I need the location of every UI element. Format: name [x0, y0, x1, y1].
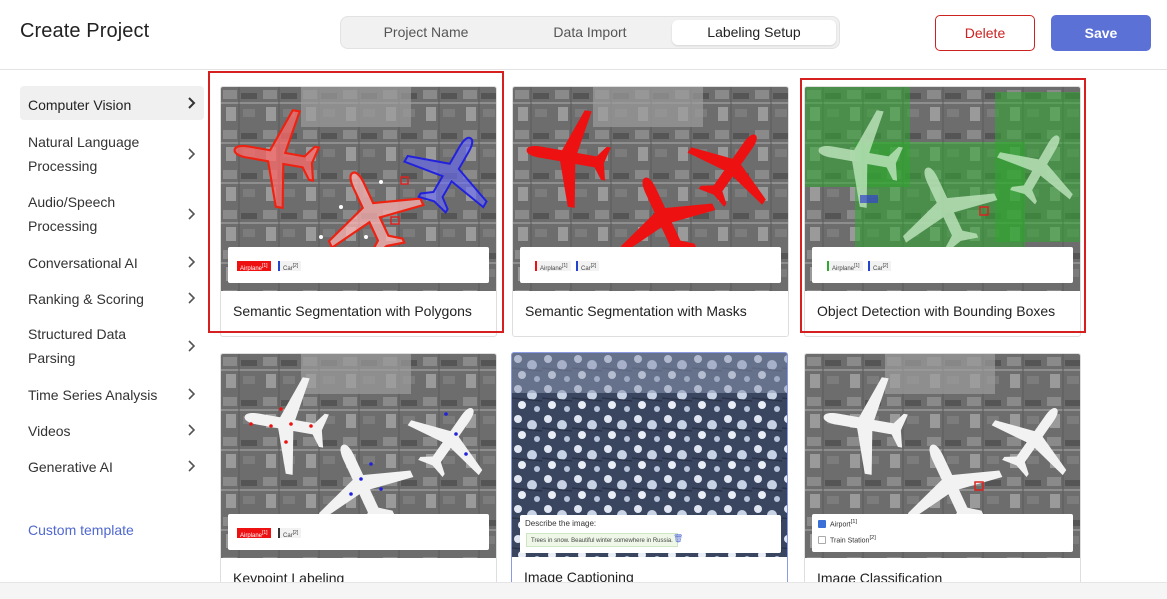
- tab-project-name[interactable]: Project Name: [344, 20, 508, 45]
- template-preview-image: Airplane[1] Car[2]: [221, 354, 496, 558]
- template-card-polygons[interactable]: Airplane[1] Car[2] Semantic Segmentation…: [220, 86, 497, 337]
- template-card-classification[interactable]: Airport[1] Train Station[2] Image Classi…: [804, 353, 1081, 593]
- category-sidebar: Computer Vision Natural Language Process…: [20, 84, 204, 484]
- chevron-right-icon: [188, 460, 196, 472]
- label-legend: Airplane[1] Car[2]: [812, 247, 1073, 283]
- sidebar-item-generative-ai[interactable]: Generative AI: [20, 448, 204, 484]
- template-card-captioning[interactable]: Describe the image: Trees in snow. Beaut…: [511, 352, 788, 592]
- sidebar-item-structured-data[interactable]: Structured Data Parsing: [20, 316, 196, 376]
- caption-prompt: Describe the image:: [525, 519, 597, 528]
- page-title: Create Project: [20, 20, 150, 42]
- car-tag: Car[2]: [868, 261, 892, 272]
- checkbox-unchecked: [818, 536, 826, 544]
- sidebar-item-videos[interactable]: Videos: [20, 412, 204, 448]
- chevron-right-icon: [188, 148, 196, 160]
- sidebar-item-label: Computer Vision: [28, 97, 132, 113]
- sidebar-item-label: Structured Data Parsing: [28, 326, 127, 366]
- tab-labeling-setup[interactable]: Labeling Setup: [672, 20, 836, 45]
- sidebar-item-label: Videos: [28, 423, 71, 439]
- sidebar-item-ranking-scoring[interactable]: Ranking & Scoring: [20, 280, 204, 316]
- caption-panel: Describe the image: Trees in snow. Beaut…: [520, 515, 781, 553]
- chevron-right-icon: [188, 340, 196, 352]
- sidebar-item-label: Generative AI: [28, 459, 113, 475]
- choices-panel: Airport[1] Train Station[2]: [812, 514, 1073, 552]
- template-preview-image: Airport[1] Train Station[2]: [805, 354, 1080, 558]
- airplane-tag: Airplane[1]: [237, 528, 271, 539]
- delete-button[interactable]: Delete: [935, 15, 1035, 51]
- save-button[interactable]: Save: [1051, 15, 1151, 51]
- airplane-tag: Airplane[1]: [535, 261, 571, 272]
- sidebar-item-label: Audio/Speech Processing: [28, 194, 116, 234]
- sidebar-item-conversational-ai[interactable]: Conversational AI: [20, 244, 204, 280]
- label-legend: Airplane[1] Car[2]: [228, 247, 489, 283]
- tab-data-import[interactable]: Data Import: [508, 20, 672, 45]
- template-card-bounding-boxes[interactable]: Airplane[1] Car[2] Object Detection with…: [804, 86, 1081, 337]
- label-legend: Airplane[1] Car[2]: [228, 514, 489, 550]
- checkbox-checked: [818, 520, 826, 528]
- chevron-right-icon: [188, 424, 196, 436]
- template-preview-image: Airplane[1] Car[2]: [221, 87, 496, 291]
- template-preview-image: Describe the image: Trees in snow. Beaut…: [512, 353, 787, 557]
- label-legend: Airplane[1] Car[2]: [520, 247, 781, 283]
- sidebar-item-label: Ranking & Scoring: [28, 291, 144, 307]
- step-tabs: Project Name Data Import Labeling Setup: [340, 16, 840, 49]
- car-tag: Car[2]: [576, 261, 600, 272]
- chevron-right-icon: [188, 292, 196, 304]
- sidebar-item-audio-speech[interactable]: Audio/Speech Processing: [20, 184, 196, 244]
- header: Create Project Project Name Data Import …: [0, 0, 1167, 70]
- airplane-tag: Airplane[1]: [827, 261, 863, 272]
- trash-icon: 🗑: [673, 534, 684, 543]
- sidebar-item-label: Conversational AI: [28, 255, 138, 271]
- template-card-masks[interactable]: Airplane[1] Car[2] Semantic Segmentation…: [512, 86, 789, 337]
- car-tag: Car[2]: [278, 261, 302, 272]
- template-title: Semantic Segmentation with Polygons: [233, 303, 472, 319]
- custom-template-link[interactable]: Custom template: [28, 522, 134, 538]
- template-card-keypoints[interactable]: Airplane[1] Car[2] Keypoint Labeling: [220, 353, 497, 593]
- chevron-right-icon: [188, 388, 196, 400]
- sidebar-item-time-series[interactable]: Time Series Analysis: [20, 376, 204, 412]
- sidebar-item-label: Natural Language Processing: [28, 134, 140, 174]
- sidebar-item-nlp[interactable]: Natural Language Processing: [20, 124, 196, 184]
- template-preview-image: Airplane[1] Car[2]: [805, 87, 1080, 291]
- sidebar-item-computer-vision[interactable]: Computer Vision: [20, 86, 204, 120]
- choice-label: Train Station[2]: [830, 535, 876, 545]
- airplane-tag: Airplane[1]: [237, 261, 271, 272]
- chevron-right-icon: [188, 256, 196, 268]
- template-preview-image: Airplane[1] Car[2]: [513, 87, 788, 291]
- car-tag: Car[2]: [278, 528, 302, 539]
- caption-text: Trees in snow. Beautiful winter somewher…: [526, 533, 678, 547]
- sidebar-item-label: Time Series Analysis: [28, 387, 158, 403]
- chevron-right-icon: [188, 208, 196, 220]
- footer-bar: [0, 582, 1167, 599]
- template-title: Object Detection with Bounding Boxes: [817, 303, 1056, 319]
- chevron-right-icon: [188, 97, 196, 109]
- choice-label: Airport[1]: [830, 519, 858, 529]
- template-title: Semantic Segmentation with Masks: [525, 303, 747, 319]
